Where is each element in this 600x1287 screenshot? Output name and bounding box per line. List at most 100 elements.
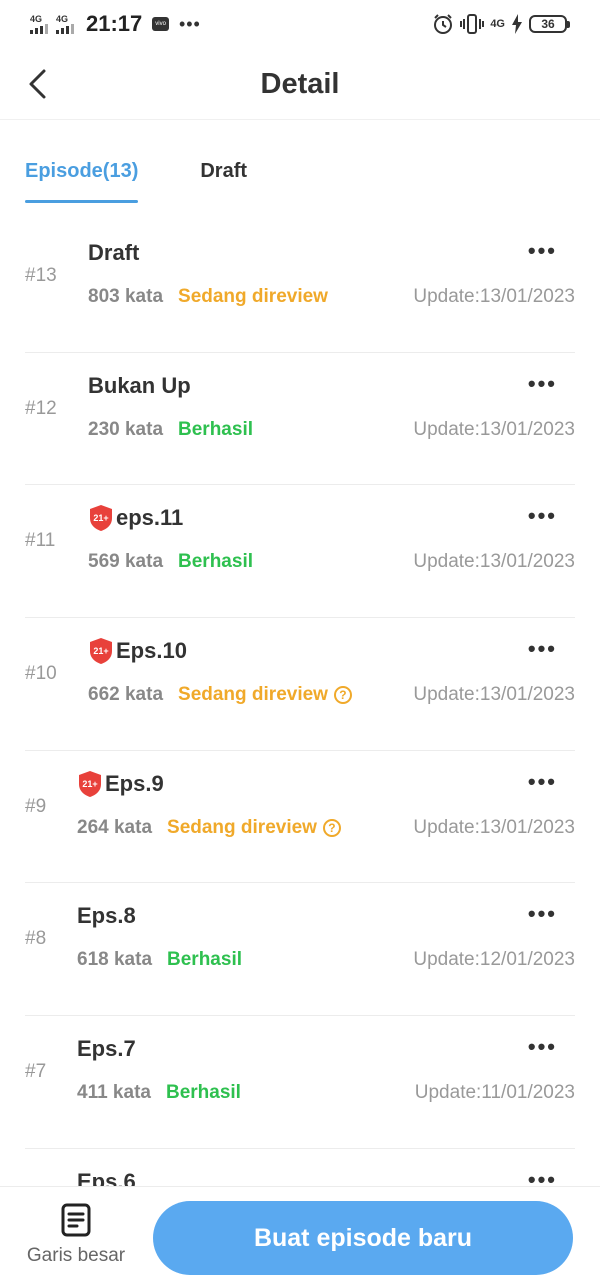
episode-title: Bukan Up	[88, 372, 191, 398]
more-options-icon[interactable]: •••	[528, 503, 557, 529]
tab-bar: Episode(13) Draft	[25, 160, 247, 203]
episode-row[interactable]: #12 Bukan Up ••• 230 kata Berhasil Update:13/…	[25, 353, 575, 486]
vibrate-icon	[460, 14, 485, 34]
episode-meta: 411 kata Berhasil Update:11/01/2023	[77, 1082, 575, 1104]
episode-row[interactable]: #7 Eps.7 ••• 411 kata Berhasil Update:11/01/2…	[25, 1016, 575, 1149]
episode-list[interactable]: #13 Draft ••• 803 kata Sedang direview Update…	[25, 220, 575, 1186]
episode-meta: 264 kata Sedang direview? Update:13/01/202…	[77, 817, 575, 839]
episode-row[interactable]: #10 21+ Eps.10 ••• 662 kata Sedang direview? U…	[25, 618, 575, 751]
word-count: 264 kata	[77, 816, 153, 838]
episode-title: eps.11	[116, 505, 184, 531]
episode-meta: 569 kata Berhasil Update:13/01/2023	[88, 551, 575, 573]
episode-row[interactable]: Eps.6 •••	[25, 1149, 575, 1186]
episode-title-row: 21+ eps.11	[88, 503, 575, 533]
episode-row[interactable]: #8 Eps.8 ••• 618 kata Berhasil Update:12/01/2…	[25, 883, 575, 1017]
episode-title-row: Draft	[88, 238, 575, 268]
network-type: 4G	[30, 13, 43, 24]
outline-label: Garis besar	[26, 1245, 126, 1266]
episode-content: Bukan Up ••• 230 kata Berhasil Update:13/01/…	[88, 371, 575, 441]
svg-text:21+: 21+	[82, 779, 97, 789]
update-date: Update:13/01/2023	[413, 418, 575, 440]
help-icon[interactable]: ?	[333, 686, 352, 705]
app-header: Detail	[0, 48, 600, 120]
battery-level: 36	[529, 15, 567, 33]
word-count: 662 kata	[88, 684, 164, 706]
episode-title: Eps.6	[77, 1168, 136, 1186]
episode-title-row: Bukan Up	[88, 371, 575, 401]
status-bar-right: 4G 36	[432, 13, 570, 35]
network-type-2: 4G	[56, 13, 69, 24]
status-bar: 4G 4G 21:17 vivo ••• 4G 36	[0, 0, 600, 48]
page-title: Detail	[260, 68, 340, 100]
word-count: 803 kata	[88, 286, 164, 307]
episode-meta: 803 kata Sedang direview Update:13/01/2023	[88, 286, 575, 308]
status-badge: Berhasil	[178, 418, 253, 440]
episode-title: Eps.10	[116, 638, 187, 664]
episode-meta: 662 kata Sedang direview? Update:13/01/202…	[88, 684, 575, 706]
signal-icon: 4G	[30, 13, 48, 34]
episode-content: Draft ••• 803 kata Sedang direview Update:13…	[88, 238, 575, 308]
episode-meta: 618 kata Berhasil Update:12/01/2023	[77, 949, 575, 971]
episode-title-row: 21+ Eps.10	[88, 636, 575, 666]
episode-title: Eps.9	[105, 770, 164, 796]
alarm-icon	[434, 14, 453, 34]
episode-number: #7	[25, 1061, 47, 1083]
update-date: Update:13/01/2023	[413, 684, 575, 706]
status-bar-left: 4G 4G 21:17 vivo •••	[30, 11, 201, 37]
more-options-icon[interactable]: •••	[528, 1034, 557, 1060]
episode-title: Eps.8	[77, 903, 136, 929]
episode-row[interactable]: #13 Draft ••• 803 kata Sedang direview Update…	[25, 220, 575, 353]
episode-row[interactable]: #11 21+ eps.11 ••• 569 kata Berhasil Update:13…	[25, 485, 575, 619]
episode-number: #12	[25, 397, 57, 419]
more-options-icon[interactable]: •••	[528, 238, 557, 264]
episode-title-row: Eps.7	[77, 1034, 575, 1064]
notification-more-icon: •••	[178, 13, 201, 34]
svg-text:21+: 21+	[93, 646, 108, 656]
word-count: 569 kata	[88, 551, 164, 573]
episode-title-row: Eps.8	[77, 901, 575, 931]
more-options-icon[interactable]: •••	[528, 769, 557, 795]
status-badge: Berhasil	[167, 949, 242, 971]
vivo-icon: vivo	[152, 17, 169, 31]
signal-icon-2: 4G	[56, 13, 74, 34]
episode-content: Eps.8 ••• 618 kata Berhasil Update:12/01/202…	[77, 901, 575, 971]
help-icon[interactable]: ?	[322, 818, 341, 837]
episode-content: 21+ Eps.9 ••• 264 kata Sedang direview? Updat…	[77, 769, 575, 839]
create-episode-button[interactable]: Buat episode baru	[153, 1201, 573, 1275]
episode-meta: 230 kata Berhasil Update:13/01/2023	[88, 419, 575, 441]
more-options-icon[interactable]: •••	[528, 371, 557, 397]
episode-content: 21+ eps.11 ••• 569 kata Berhasil Update:13/01…	[88, 503, 575, 573]
update-date: Update:11/01/2023	[414, 1082, 575, 1104]
adult-21-badge-icon: 21+	[90, 638, 112, 665]
status-badge: Sedang direview	[178, 286, 328, 307]
update-date: Update:13/01/2023	[413, 286, 575, 307]
more-options-icon[interactable]: •••	[528, 901, 557, 927]
bottom-bar: Garis besar Buat episode baru	[0, 1186, 600, 1287]
episode-content: Eps.6 •••	[77, 1167, 575, 1186]
update-date: Update:13/01/2023	[413, 816, 575, 838]
episode-number: #9	[25, 795, 47, 817]
battery-icon: 36	[529, 15, 570, 33]
svg-text:21+: 21+	[93, 513, 108, 523]
episode-title-row: 21+ Eps.9	[77, 769, 575, 799]
word-count: 618 kata	[77, 949, 153, 971]
episode-title-row: Eps.6	[77, 1167, 575, 1186]
episode-content: 21+ Eps.10 ••• 662 kata Sedang direview? Upda…	[88, 636, 575, 706]
episode-number: #10	[25, 663, 57, 685]
clock: 21:17	[86, 11, 143, 36]
episode-number: #8	[25, 928, 47, 950]
episode-number: #13	[25, 265, 57, 286]
status-badge: Berhasil	[165, 1082, 241, 1104]
update-date: Update:13/01/2023	[413, 551, 575, 573]
episode-content: Eps.7 ••• 411 kata Berhasil Update:11/01/202…	[77, 1034, 575, 1104]
charging-icon	[512, 14, 522, 34]
outline-button[interactable]: Garis besar	[20, 1203, 132, 1267]
tab-draft[interactable]: Draft	[200, 160, 247, 203]
status-badge: Berhasil	[178, 551, 253, 573]
more-options-icon[interactable]: •••	[528, 1167, 557, 1186]
episode-number: #11	[25, 530, 56, 552]
episode-title: Eps.7	[77, 1036, 136, 1062]
episode-row[interactable]: #9 21+ Eps.9 ••• 264 kata Sedang direview? Upd…	[25, 751, 575, 884]
more-options-icon[interactable]: •••	[528, 636, 557, 662]
tab-episode[interactable]: Episode(13)	[25, 160, 139, 203]
